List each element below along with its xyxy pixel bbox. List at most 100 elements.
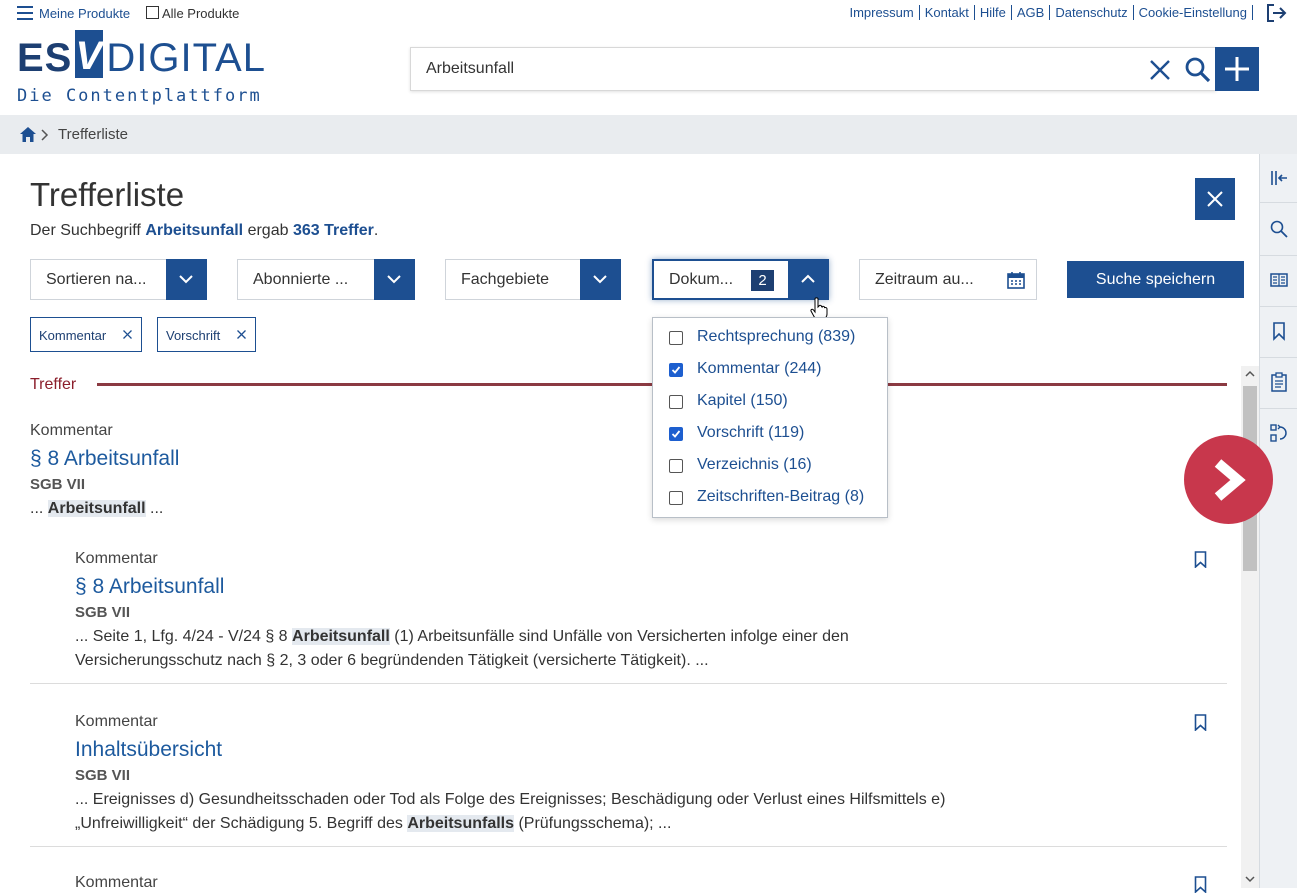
option-checkbox-checked[interactable] (669, 427, 683, 441)
checkmark-icon (671, 430, 681, 438)
subscribed-dropdown[interactable]: Abonnierte ... (237, 259, 415, 300)
page-title: Trefferliste (30, 176, 185, 213)
chevron-down-icon (179, 275, 193, 284)
breadcrumb-current: Trefferliste (58, 126, 129, 143)
sort-dropdown-toggle[interactable] (166, 259, 207, 300)
clear-search-icon[interactable] (1148, 58, 1172, 82)
doctype-option-verzeichnis[interactable]: Verzeichnis (16) (653, 450, 887, 482)
summary-prefix: Der Suchbegriff (30, 222, 146, 239)
doctype-option-zeitschriften-beitrag[interactable]: Zeitschriften-Beitrag (8) (653, 482, 887, 514)
my-products-link[interactable]: Meine Produkte (39, 6, 130, 21)
search-bar (410, 47, 1216, 91)
summary-mid: ergab (243, 222, 293, 239)
chip-label: Vorschrift (166, 328, 221, 343)
logout-icon[interactable] (1265, 3, 1287, 23)
result-title-link[interactable]: Inhaltsübersicht (75, 738, 222, 762)
remove-chip-icon[interactable] (236, 329, 247, 340)
snippet-highlight: Arbeitsunfalls (407, 815, 514, 832)
option-checkbox[interactable] (669, 331, 683, 345)
checkmark-icon (671, 366, 681, 374)
filter-chip-vorschrift: Vorschrift (157, 317, 256, 352)
datenschutz-link[interactable]: Datenschutz (1050, 5, 1134, 20)
snippet-text: (1) Arbeitsunfälle sind Unfälle von Vers… (389, 628, 849, 645)
hilfe-link[interactable]: Hilfe (975, 5, 1012, 20)
logo-es: ES (17, 36, 73, 80)
snippet-text: ... (145, 500, 164, 517)
top-bar: Meine Produkte Alle Produkte Impressum K… (0, 0, 1297, 115)
subscribed-dropdown-toggle[interactable] (374, 259, 415, 300)
option-checkbox[interactable] (669, 459, 683, 473)
fields-dropdown-toggle[interactable] (580, 259, 621, 300)
result-divider (30, 846, 1227, 847)
option-checkbox[interactable] (669, 491, 683, 505)
menu-icon[interactable] (17, 6, 33, 20)
bookmark-icon[interactable] (1269, 321, 1289, 341)
doctype-count-badge: 2 (751, 270, 774, 291)
result-snippet: ... Arbeitsunfall ... (30, 497, 163, 521)
close-button[interactable] (1195, 178, 1235, 220)
result-type: Kommentar (30, 422, 113, 439)
doctype-dropdown-label: Dokum... (669, 271, 734, 288)
result-source: SGB VII (75, 767, 131, 784)
option-label[interactable]: Kommentar (244) (697, 360, 822, 378)
add-search-button[interactable] (1215, 47, 1259, 91)
fields-dropdown[interactable]: Fachgebiete (445, 259, 621, 300)
bookmark-icon[interactable] (1194, 714, 1207, 731)
logo-tagline: Die Contentplattform (17, 86, 262, 106)
all-products-label[interactable]: Alle Produkte (162, 6, 239, 21)
result-snippet: ... Seite 1, Lfg. 4/24 - V/24 § 8 Arbeit… (75, 625, 849, 673)
remove-chip-icon[interactable] (122, 329, 133, 340)
bookmark-icon[interactable] (1194, 876, 1207, 893)
result-type: Kommentar (75, 713, 158, 730)
chevron-down-icon (387, 275, 401, 284)
all-products-checkbox[interactable] (146, 6, 159, 19)
collapse-panel-icon[interactable] (1269, 168, 1289, 188)
period-dropdown-label: Zeitraum au... (875, 271, 974, 288)
rail-search-icon[interactable] (1269, 219, 1289, 239)
calendar-icon[interactable] (1006, 270, 1026, 290)
period-dropdown[interactable]: Zeitraum au... (859, 259, 1037, 300)
home-icon[interactable] (19, 126, 37, 143)
option-label[interactable]: Vorschrift (119) (697, 424, 804, 442)
doctype-dropdown-toggle[interactable] (788, 259, 829, 300)
result-type: Kommentar (75, 550, 158, 567)
kontakt-link[interactable]: Kontakt (920, 5, 975, 20)
save-search-button[interactable]: Suche speichern (1067, 261, 1244, 298)
option-label[interactable]: Zeitschriften-Beitrag (8) (697, 488, 864, 506)
filter-chip-kommentar: Kommentar (30, 317, 142, 352)
sort-dropdown-label: Sortieren na... (46, 271, 147, 288)
scroll-down-icon[interactable] (1245, 875, 1255, 883)
result-type: Kommentar (75, 874, 158, 891)
snippet-text: (Prüfungsschema); ... (514, 815, 672, 832)
option-label[interactable]: Verzeichnis (16) (697, 456, 812, 474)
scroll-up-icon[interactable] (1245, 370, 1255, 378)
result-title-link[interactable]: § 8 Arbeitsunfall (75, 575, 224, 599)
utility-links: Impressum Kontakt Hilfe AGB Datenschutz … (844, 5, 1253, 20)
doctype-dropdown[interactable]: Dokum... 2 (652, 259, 829, 320)
chip-label: Kommentar (39, 328, 107, 343)
impressum-link[interactable]: Impressum (844, 5, 920, 20)
bookmark-icon[interactable] (1194, 551, 1207, 568)
summary-term: Arbeitsunfall (145, 222, 244, 239)
search-input[interactable] (411, 48, 1131, 90)
option-checkbox-checked[interactable] (669, 363, 683, 377)
next-result-button[interactable] (1184, 435, 1273, 524)
book-icon[interactable] (1269, 270, 1289, 290)
clipboard-icon[interactable] (1269, 372, 1289, 392)
doctype-option-vorschrift[interactable]: Vorschrift (119) (653, 418, 887, 450)
history-icon[interactable] (1269, 423, 1289, 443)
doctype-option-kapitel[interactable]: Kapitel (150) (653, 386, 887, 418)
agb-link[interactable]: AGB (1012, 5, 1051, 20)
chevron-down-icon (593, 275, 607, 284)
doctype-option-kommentar[interactable]: Kommentar (244) (653, 354, 887, 386)
option-checkbox[interactable] (669, 395, 683, 409)
sort-dropdown[interactable]: Sortieren na... (30, 259, 207, 300)
cookie-settings-link[interactable]: Cookie-Einstellung (1134, 5, 1253, 20)
search-icon[interactable] (1184, 56, 1212, 84)
option-label[interactable]: Kapitel (150) (697, 392, 788, 410)
esv-digital-logo[interactable]: ES V DIGITAL Die Contentplattform (17, 30, 266, 106)
option-label[interactable]: Rechtsprechung (839) (697, 328, 855, 346)
doctype-option-rechtsprechung[interactable]: Rechtsprechung (839) (653, 322, 887, 354)
right-tool-rail (1259, 154, 1297, 888)
result-title-link[interactable]: § 8 Arbeitsunfall (30, 447, 179, 471)
